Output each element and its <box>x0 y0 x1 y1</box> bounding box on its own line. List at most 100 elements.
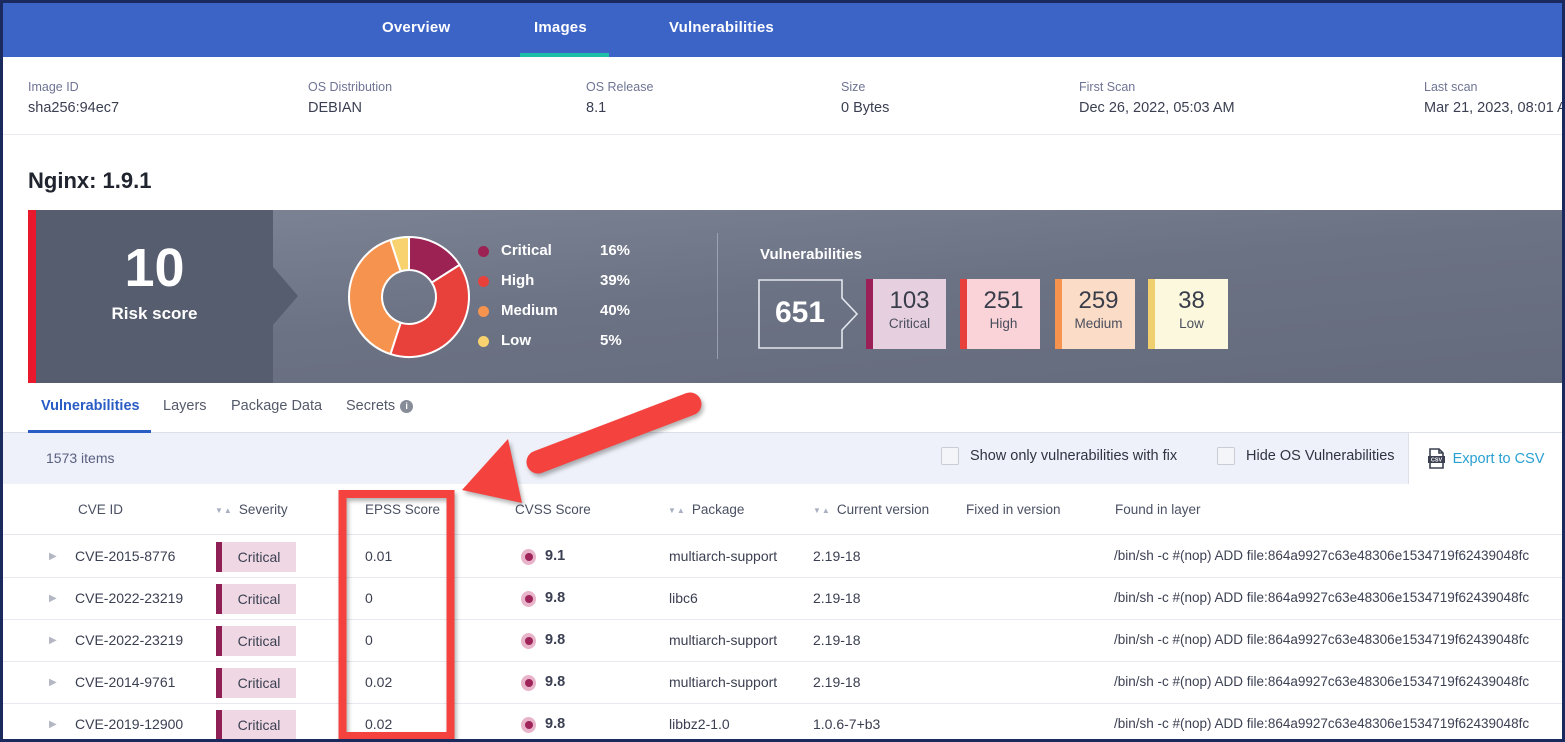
table-toolbar: 1573 items Show only vulnerabilities wit… <box>3 433 1562 484</box>
legend-percent: 16% <box>600 242 630 259</box>
csv-file-icon: CSV <box>1427 448 1446 469</box>
expand-row-icon[interactable]: ▶ <box>49 635 57 646</box>
sort-icon[interactable]: ▼▲ <box>813 506 831 515</box>
expand-row-icon[interactable]: ▶ <box>49 677 57 688</box>
table-row[interactable]: ▶ CVE-2014-9761 Critical 0.02 9.8 multia… <box>3 662 1562 704</box>
critical-count-card: 103 Critical <box>866 279 946 349</box>
epss-score-cell: 0.02 <box>365 716 392 732</box>
sort-icon[interactable]: ▼▲ <box>668 506 686 515</box>
legend-percent: 40% <box>600 302 630 319</box>
critical-count: 103 <box>873 287 946 315</box>
risk-score-value: 10 <box>36 238 273 298</box>
cve-id-cell: CVE-2022-23219 <box>75 590 183 606</box>
meta-value: Dec 26, 2022, 05:03 AM <box>1079 100 1235 116</box>
legend-percent: 5% <box>600 332 622 349</box>
col-severity[interactable]: ▼▲ Severity <box>215 502 288 517</box>
cve-id-cell: CVE-2019-12900 <box>75 716 183 732</box>
risk-summary-panel: 10 Risk score Critical 16% High 39% Medi… <box>28 210 1562 383</box>
svg-text:CSV: CSV <box>1430 458 1442 464</box>
col-package[interactable]: ▼▲Package <box>668 502 744 517</box>
found-in-layer-cell: /bin/sh -c #(nop) ADD file:864a9927c63e4… <box>1114 548 1529 563</box>
filter-with-fix[interactable]: Show only vulnerabilities with fix <box>941 447 1177 465</box>
panel-divider <box>717 233 718 359</box>
meta-value: 0 Bytes <box>841 100 889 116</box>
severity-badge: Critical <box>216 710 296 740</box>
epss-score-cell: 0 <box>365 632 373 648</box>
col-fixed-in-version: Fixed in version <box>966 502 1061 517</box>
high-count: 251 <box>967 287 1040 315</box>
image-scan-screen: Overview Images Vulnerabilities Image ID… <box>0 0 1565 742</box>
risk-accent-bar <box>28 210 36 383</box>
nav-tab-vulnerabilities[interactable]: Vulnerabilities <box>669 19 774 36</box>
meta-size: Size 0 Bytes <box>841 80 889 116</box>
severity-donut-chart <box>342 230 476 364</box>
with-fix-checkbox[interactable] <box>941 447 959 465</box>
epss-score-cell: 0 <box>365 590 373 606</box>
meta-label: OS Release <box>586 80 653 94</box>
sort-icon[interactable]: ▼▲ <box>215 506 233 515</box>
found-in-layer-cell: /bin/sh -c #(nop) ADD file:864a9927c63e4… <box>1114 632 1529 647</box>
package-cell: libc6 <box>669 590 698 606</box>
export-to-csv-button[interactable]: CSV Export to CSV <box>1408 433 1562 484</box>
with-fix-label: Show only vulnerabilities with fix <box>970 448 1177 464</box>
severity-donut-svg <box>342 230 476 364</box>
low-dot-icon <box>478 336 489 347</box>
cvss-severity-icon <box>521 549 536 565</box>
legend-label: Low <box>501 332 531 349</box>
col-cvss-score: CVSS Score <box>515 502 591 517</box>
legend-label: High <box>501 272 534 289</box>
current-version-cell: 2.19-18 <box>813 632 860 648</box>
medium-count-card: 259 Medium <box>1055 279 1135 349</box>
meta-label: Last scan <box>1424 80 1565 94</box>
expand-row-icon[interactable]: ▶ <box>49 551 57 562</box>
cvss-score-cell: 9.1 <box>545 548 565 564</box>
page-title: Nginx: 1.9.1 <box>28 168 151 194</box>
current-version-cell: 1.0.6-7+b3 <box>813 716 880 732</box>
filter-hide-os[interactable]: Hide OS Vulnerabilities <box>1217 447 1395 465</box>
severity-badge: Critical <box>216 626 296 656</box>
meta-image-id: Image ID sha256:94ec7 <box>28 80 119 116</box>
tab-vulnerabilities[interactable]: Vulnerabilities <box>41 398 140 414</box>
cve-id-cell: CVE-2014-9761 <box>75 674 175 690</box>
severity-badge: Critical <box>216 542 296 572</box>
tab-package-data[interactable]: Package Data <box>231 398 322 414</box>
hide-os-label: Hide OS Vulnerabilities <box>1246 448 1395 464</box>
tab-layers[interactable]: Layers <box>163 398 207 414</box>
info-icon: i <box>400 400 413 413</box>
table-row[interactable]: ▶ CVE-2022-23219 Critical 0 9.8 multiarc… <box>3 620 1562 662</box>
meta-last-scan: Last scan Mar 21, 2023, 08:01 A <box>1424 80 1565 116</box>
detail-tabs: Vulnerabilities Layers Package Data Secr… <box>3 383 1562 433</box>
hide-os-checkbox[interactable] <box>1217 447 1235 465</box>
cve-id-cell: CVE-2015-8776 <box>75 548 175 564</box>
col-current-version-label: Current version <box>837 502 929 517</box>
cvss-severity-icon <box>521 633 536 649</box>
meta-value: sha256:94ec7 <box>28 100 119 116</box>
high-count-card: 251 High <box>960 279 1040 349</box>
nav-tab-overview[interactable]: Overview <box>382 19 450 36</box>
current-version-cell: 2.19-18 <box>813 548 860 564</box>
table-row[interactable]: ▶ CVE-2019-12900 Critical 0.02 9.8 libbz… <box>3 704 1562 742</box>
expand-row-icon[interactable]: ▶ <box>49 719 57 730</box>
nav-tab-images[interactable]: Images <box>534 19 587 36</box>
current-version-cell: 2.19-18 <box>813 590 860 606</box>
risk-score-label: Risk score <box>36 304 273 324</box>
meta-label: First Scan <box>1079 80 1235 94</box>
package-cell: multiarch-support <box>669 674 777 690</box>
cvss-severity-icon <box>521 591 536 607</box>
low-label: Low <box>1155 316 1228 331</box>
tab-secrets[interactable]: Secretsi <box>346 398 413 414</box>
table-row[interactable]: ▶ CVE-2015-8776 Critical 0.01 9.1 multia… <box>3 536 1562 578</box>
medium-count: 259 <box>1062 287 1135 315</box>
cvss-score-cell: 9.8 <box>545 632 565 648</box>
legend-percent: 39% <box>600 272 630 289</box>
epss-score-cell: 0.01 <box>365 548 392 564</box>
col-cve-id: CVE ID <box>78 502 123 517</box>
meta-value: 8.1 <box>586 100 653 116</box>
col-current-version[interactable]: ▼▲ Current version <box>813 502 929 517</box>
cvss-score-cell: 9.8 <box>545 674 565 690</box>
col-severity-label: Severity <box>239 502 288 517</box>
expand-row-icon[interactable]: ▶ <box>49 593 57 604</box>
table-row[interactable]: ▶ CVE-2022-23219 Critical 0 9.8 libc6 2.… <box>3 578 1562 620</box>
severity-badge: Critical <box>216 584 296 614</box>
cvss-severity-icon <box>521 675 536 691</box>
